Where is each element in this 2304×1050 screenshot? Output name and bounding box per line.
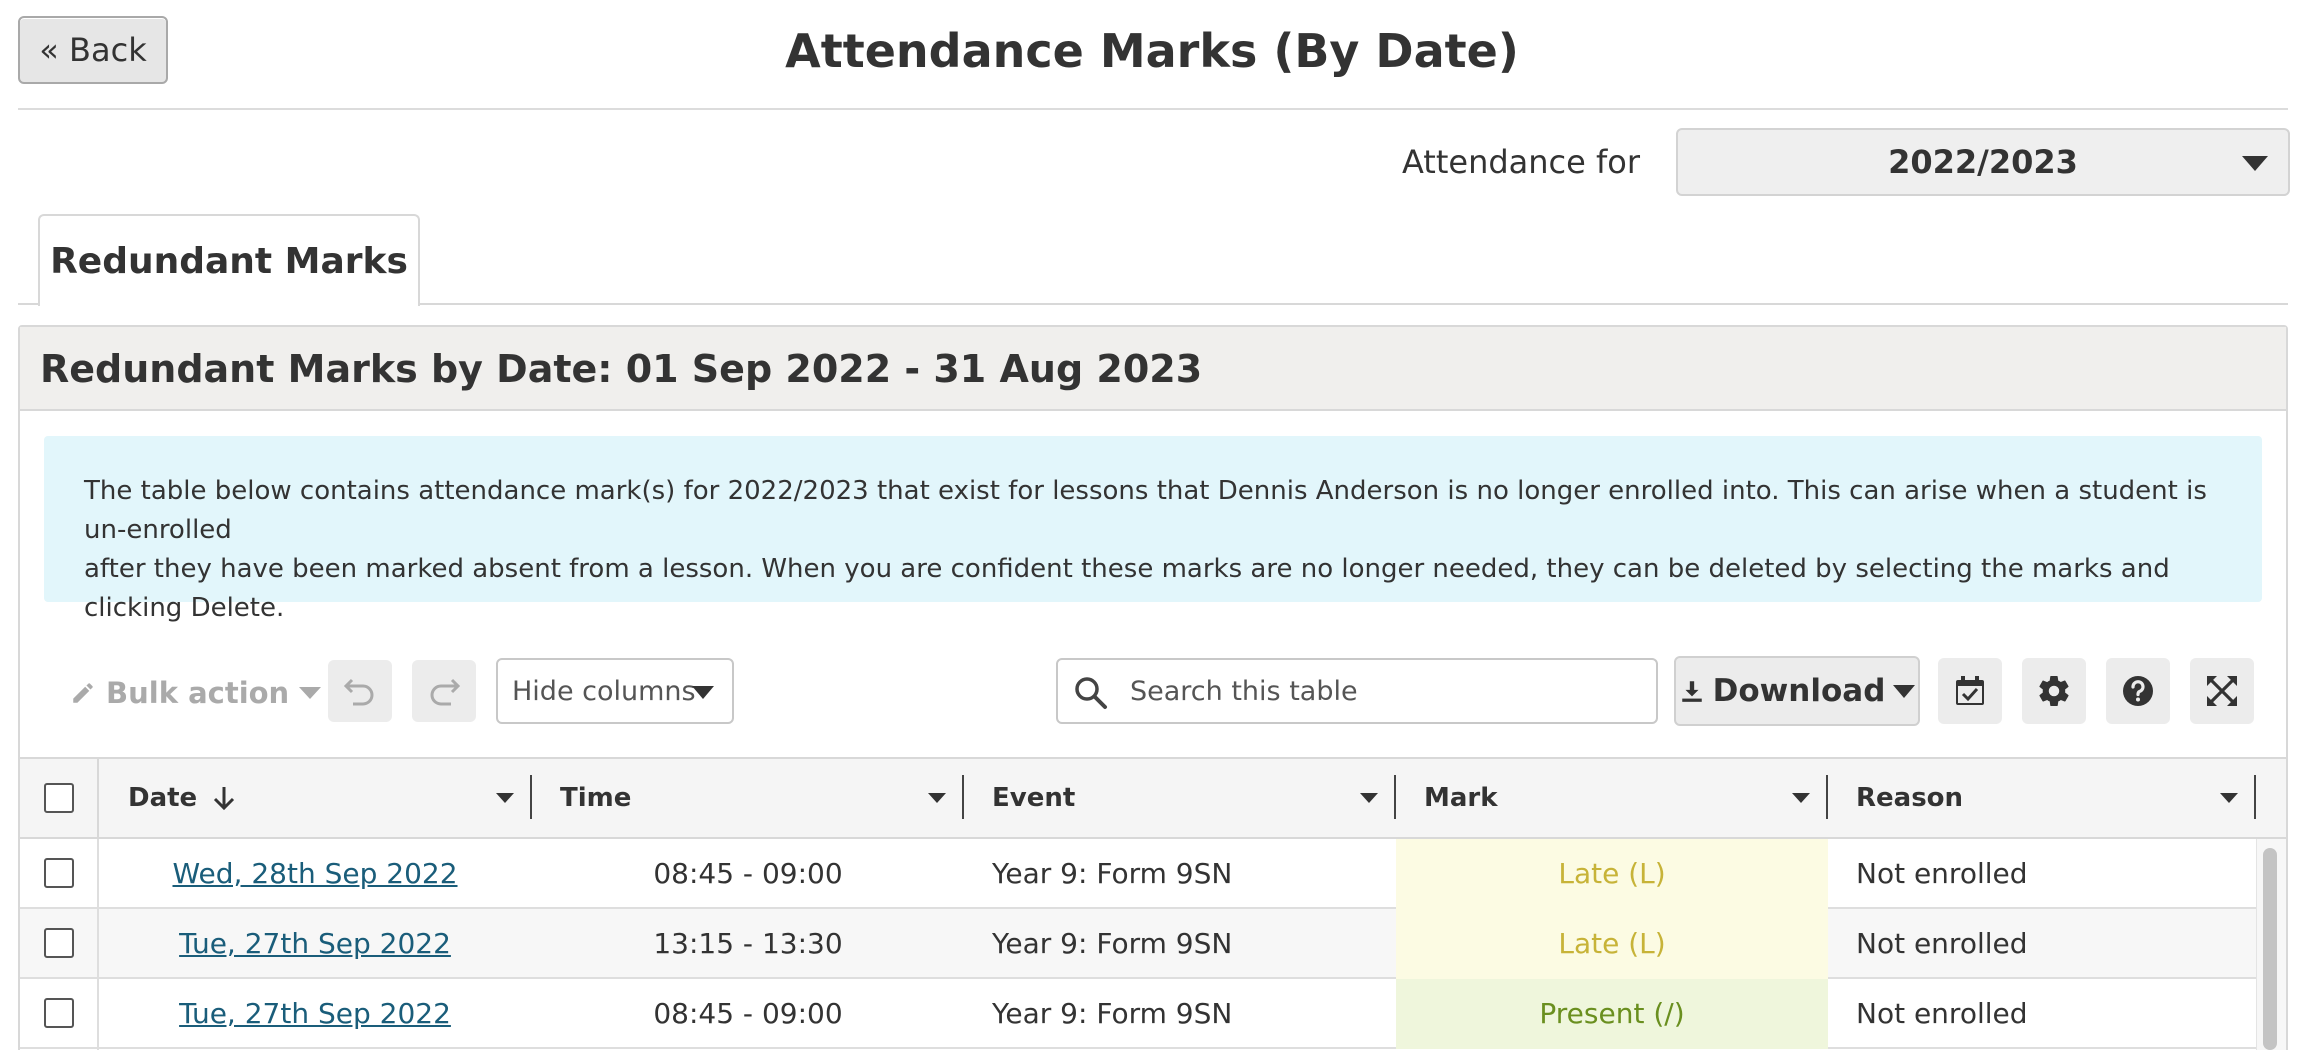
bulk-action-dropdown[interactable]: Bulk action <box>70 672 322 714</box>
help-icon <box>2123 676 2153 706</box>
chevron-down-icon[interactable] <box>496 793 514 803</box>
fullscreen-icon <box>2207 676 2237 706</box>
academic-year-value: 2022/2023 <box>1888 143 2078 181</box>
hide-columns-dropdown[interactable]: Hide columns <box>496 658 734 724</box>
settings-button[interactable] <box>2022 658 2086 724</box>
reason-cell: Not enrolled <box>1856 927 2028 960</box>
date-cell: Tue, 27th Sep 2022 <box>99 909 531 979</box>
column-label-event: Event <box>992 783 1076 813</box>
column-header-reason[interactable]: Reason <box>1856 757 2256 839</box>
column-label-time: Time <box>560 783 632 813</box>
back-button[interactable]: « Back <box>18 16 168 84</box>
date-link[interactable]: Tue, 27th Sep 2022 <box>179 997 451 1030</box>
chevron-down-icon[interactable] <box>1360 793 1378 803</box>
column-resizer[interactable] <box>1394 775 1396 819</box>
tab-redundant-marks[interactable]: Redundant Marks <box>38 214 420 306</box>
calendar-button[interactable] <box>1938 658 2002 724</box>
date-cell: Tue, 27th Sep 2022 <box>99 979 531 1049</box>
header-checkbox-divider <box>97 759 99 837</box>
chevron-down-icon <box>2242 156 2268 171</box>
chevron-down-icon[interactable] <box>1792 793 1810 803</box>
search-icon <box>1075 677 1107 709</box>
info-text-line-1: The table below contains attendance mark… <box>84 476 2207 545</box>
column-resizer[interactable] <box>2254 775 2256 819</box>
search-input[interactable]: Search this table <box>1056 658 1658 724</box>
column-header-event[interactable]: Event <box>992 757 1392 839</box>
chevron-down-icon[interactable] <box>928 793 946 803</box>
search-placeholder: Search this table <box>1130 675 1358 707</box>
download-icon <box>1681 681 1702 702</box>
column-resizer[interactable] <box>530 775 532 819</box>
date-link[interactable]: Wed, 28th Sep 2022 <box>172 857 457 890</box>
hide-columns-label: Hide columns <box>512 675 696 707</box>
column-header-time[interactable]: Time <box>560 757 960 839</box>
row-checkbox[interactable] <box>44 858 74 888</box>
download-button[interactable]: Download <box>1674 656 1920 726</box>
row-checkbox[interactable] <box>44 928 74 958</box>
row-checkbox[interactable] <box>44 998 74 1028</box>
fullscreen-button[interactable] <box>2190 658 2254 724</box>
column-label-reason: Reason <box>1856 783 1964 813</box>
chevron-down-icon <box>1893 684 1916 698</box>
time-cell: 13:15 - 13:30 <box>653 927 843 960</box>
chevron-down-icon <box>692 686 714 699</box>
download-label: Download <box>1712 673 1886 709</box>
date-cell: Wed, 28th Sep 2022 <box>99 839 531 909</box>
attendance-for-label: Attendance for <box>1401 143 1640 181</box>
header-divider <box>18 108 2288 110</box>
column-header-date[interactable]: Date <box>128 757 528 839</box>
chevron-down-icon[interactable] <box>2220 793 2238 803</box>
redo-icon <box>430 678 461 706</box>
academic-year-select[interactable]: 2022/2023 <box>1676 128 2290 196</box>
column-label-mark: Mark <box>1424 783 1498 813</box>
info-alert: The table below contains attendance mark… <box>44 436 2262 623</box>
time-cell: 08:45 - 09:00 <box>653 997 843 1030</box>
column-resizer[interactable] <box>962 775 964 819</box>
scrollbar-thumb[interactable] <box>2263 848 2277 1050</box>
mark-cell: Late (L) <box>1396 909 1828 979</box>
date-link[interactable]: Tue, 27th Sep 2022 <box>179 927 451 960</box>
sort-down-icon <box>214 787 235 811</box>
column-header-mark[interactable]: Mark <box>1424 757 1824 839</box>
undo-button[interactable] <box>328 660 392 722</box>
page-title: Attendance Marks (By Date) <box>785 24 1519 78</box>
column-resizer[interactable] <box>1826 775 1828 819</box>
mark-cell: Present (/) <box>1396 979 1828 1049</box>
gear-icon <box>2039 676 2069 707</box>
help-button[interactable] <box>2106 658 2170 724</box>
event-cell: Year 9: Form 9SN <box>992 997 1233 1030</box>
chevron-down-icon <box>299 687 322 699</box>
event-cell: Year 9: Form 9SN <box>992 927 1233 960</box>
select-all-checkbox[interactable] <box>44 783 74 813</box>
bulk-action-label: Bulk action <box>106 676 290 710</box>
mark-cell: Late (L) <box>1396 839 1828 909</box>
panel-title: Redundant Marks by Date: 01 Sep 2022 - 3… <box>40 347 1203 391</box>
column-label-date: Date <box>128 783 198 813</box>
reason-cell: Not enrolled <box>1856 857 2028 890</box>
time-cell: 08:45 - 09:00 <box>653 857 843 890</box>
pencil-icon <box>73 683 93 703</box>
redo-button[interactable] <box>412 660 476 722</box>
event-cell: Year 9: Form 9SN <box>992 857 1233 890</box>
info-text-line-2: after they have been marked absent from … <box>84 554 2170 623</box>
undo-icon <box>343 678 374 706</box>
reason-cell: Not enrolled <box>1856 997 2028 1030</box>
calendar-check-icon <box>1956 676 1984 705</box>
